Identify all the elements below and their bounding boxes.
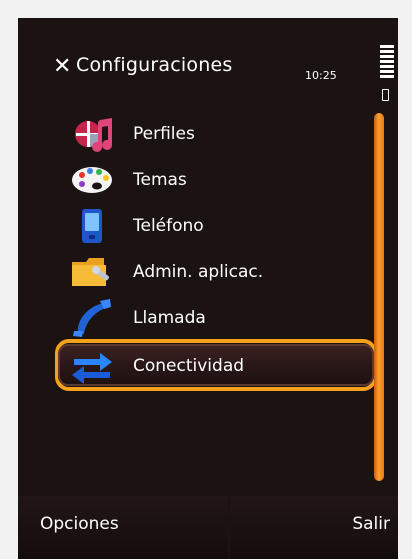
menu-item-label: Admin. aplicac. (133, 262, 264, 282)
exit-softkey[interactable]: Salir (230, 496, 398, 559)
menu-item-perfiles[interactable]: Perfiles (58, 112, 368, 156)
menu-item-label: Conectividad (133, 356, 245, 376)
exit-label: Salir (352, 514, 390, 534)
menu-item-telefono[interactable]: Teléfono (58, 204, 368, 248)
battery-icon (382, 89, 389, 101)
status-bar: ✕ Configuraciones 10:25 (18, 18, 398, 108)
app-manager-folder-icon (72, 258, 109, 286)
themes-palette-icon (72, 167, 112, 193)
phone-screen: ✕ Configuraciones 10:25 Perfiles Temas T… (18, 18, 398, 559)
menu-item-label: Perfiles (133, 124, 195, 144)
menu-item-temas[interactable]: Temas (58, 158, 368, 202)
menu-item-label: Teléfono (133, 216, 204, 236)
menu-item-label: Temas (133, 170, 187, 190)
scrollbar[interactable] (374, 113, 384, 481)
menu-item-admin-aplicac[interactable]: Admin. aplicac. (58, 250, 368, 294)
connectivity-arrows-icon (72, 353, 112, 384)
page-title: Configuraciones (76, 54, 233, 76)
signal-strength-icon (380, 45, 394, 80)
options-softkey[interactable]: Opciones (18, 496, 228, 559)
profiles-icon (75, 118, 113, 152)
options-label: Opciones (40, 514, 119, 534)
clock: 10:25 (305, 69, 337, 82)
phone-icon (82, 209, 102, 243)
close-icon[interactable]: ✕ (53, 56, 71, 78)
softkey-bar: Opciones Salir (18, 496, 398, 559)
menu-item-conectividad[interactable]: Conectividad (58, 344, 374, 386)
menu-item-label: Llamada (133, 308, 206, 328)
menu-item-llamada[interactable]: Llamada (58, 296, 368, 340)
call-handset-icon (73, 299, 111, 337)
